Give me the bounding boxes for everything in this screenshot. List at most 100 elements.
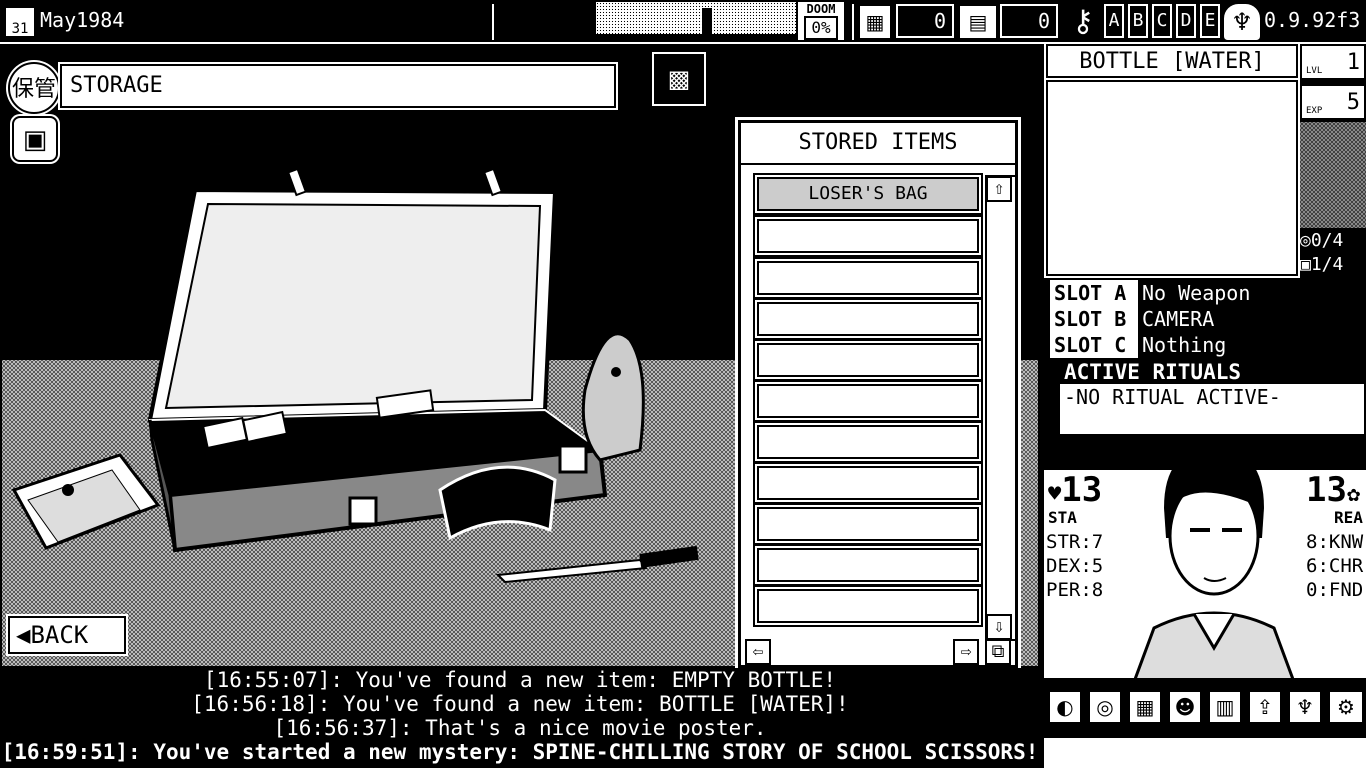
log-line: [16:55:07]: You've found a new item: EMP…	[203, 668, 837, 692]
briefcase-illustration	[11, 167, 699, 584]
spiral-count: 0/4	[1310, 230, 1344, 251]
selected-item-title: BOTTLE [WATER]	[1046, 44, 1298, 78]
exp-box: EXP 5	[1300, 84, 1366, 120]
doom-meter: DOOM 0%	[798, 2, 844, 40]
stamp-icon: ▩	[667, 65, 691, 93]
stored-item-slot[interactable]	[757, 466, 979, 500]
stored-item-slot[interactable]	[757, 384, 979, 418]
stamina-value: ♥13	[1048, 470, 1102, 510]
current-date: May1984	[40, 8, 125, 32]
mystery-icon[interactable]: ◐	[1048, 690, 1082, 724]
stored-items-header: STORED ITEMS	[741, 123, 1015, 165]
stat-chr: 6:CHR	[1306, 555, 1364, 577]
cassette-counter: 0	[1000, 4, 1058, 38]
scroll-left-arrow-icon[interactable]: ⇦	[745, 639, 771, 665]
stamina-number: 13	[1061, 470, 1103, 510]
log-line: [16:59:51]: You've started a new mystery…	[1, 740, 1039, 764]
reason-value: 13✿	[1306, 470, 1360, 510]
rituals-value: -NO RITUAL ACTIVE-	[1064, 385, 1281, 409]
stored-item-slot[interactable]	[757, 219, 979, 253]
back-button[interactable]: ◀BACK	[8, 616, 126, 654]
scroll-down-arrow-icon[interactable]: ⇩	[986, 614, 1012, 640]
funds-counter: 0	[896, 4, 954, 38]
social-icon[interactable]: ☻	[1168, 690, 1202, 724]
slot-c-row[interactable]: SLOT C Nothing	[1050, 332, 1366, 358]
key-slot-e[interactable]: E	[1200, 4, 1220, 38]
item-preview-thumb	[1300, 122, 1366, 228]
character-panel: ♥13 STA 13✿ REA STR:7 DEX:5 PER:8 8:KNW …	[1044, 440, 1366, 678]
settings-icon[interactable]: ⚙	[1328, 690, 1364, 724]
bag-counter: ▣1/4	[1300, 254, 1366, 278]
stat-knw: 8:KNW	[1306, 531, 1364, 553]
heart-icon: ♥	[1048, 482, 1062, 507]
location-badge: 保管	[8, 62, 60, 114]
level-value: 1	[1346, 50, 1360, 75]
log-line: [16:56:37]: That's a nice movie poster.	[273, 716, 767, 740]
bag-count: 1/4	[1310, 254, 1344, 275]
location-title: STORAGE	[60, 64, 616, 108]
monster-icon[interactable]: ♆	[1288, 690, 1322, 724]
slot-b-label: SLOT B	[1050, 306, 1138, 332]
slot-c-label: SLOT C	[1050, 332, 1138, 358]
rituals-header: ACTIVE RITUALS	[1060, 360, 1364, 384]
version-label: 0.9.92f3	[1264, 8, 1361, 32]
octopus-icon: ♆	[1224, 4, 1260, 40]
status-strip	[1044, 738, 1366, 768]
stored-item-slot[interactable]	[757, 343, 979, 377]
bag-icon: ▣	[1300, 254, 1311, 275]
briefcase-icon: ▣	[22, 125, 48, 155]
calendar-icon: 31	[6, 8, 34, 37]
stored-item-slot[interactable]	[757, 425, 979, 459]
slot-c-value: Nothing	[1142, 333, 1227, 357]
key-slot-b[interactable]: B	[1128, 4, 1148, 38]
slot-a-row[interactable]: SLOT A No Weapon	[1050, 280, 1366, 306]
spiral-counter: ◎0/4	[1300, 230, 1366, 254]
map-icon[interactable]: ▥	[1208, 690, 1242, 724]
exp-value: 5	[1346, 90, 1360, 115]
stat-str: STR:7	[1046, 531, 1104, 553]
key-slot-d[interactable]: D	[1176, 4, 1196, 38]
scroll-up-arrow-icon[interactable]: ⇧	[986, 176, 1012, 202]
stat-dex: DEX:5	[1046, 555, 1104, 577]
stored-item-slot[interactable]	[757, 589, 979, 623]
stored-item-slot[interactable]	[757, 302, 979, 336]
level-box: LVL 1	[1300, 44, 1366, 80]
slot-a-value: No Weapon	[1142, 281, 1251, 305]
stats-left: STR:7 DEX:5 PER:8	[1046, 530, 1103, 602]
key-icon: ⚷	[1072, 4, 1094, 39]
character-portrait	[1134, 448, 1294, 678]
stamina-label: STA	[1048, 508, 1077, 527]
log-line: [16:56:18]: You've found a new item: BOT…	[191, 692, 849, 716]
stored-item-slot[interactable]	[757, 261, 979, 295]
stored-item-slot[interactable]	[757, 548, 979, 582]
top-bar: 31 May1984 DOOM 0% ▦ 0 ▤ 0 ⚷ A B C D E ♆…	[0, 0, 1366, 44]
slot-b-row[interactable]: SLOT B CAMERA	[1050, 306, 1366, 332]
reason-number: 13	[1306, 470, 1347, 510]
case-icon[interactable]: ▣	[12, 116, 58, 162]
ground-line	[596, 34, 796, 40]
key-slot-c[interactable]: C	[1152, 4, 1172, 38]
weapon-slots: SLOT A No Weapon SLOT B CAMERA SLOT C Nothi…	[1050, 280, 1366, 360]
level-up-icon[interactable]: ⇪	[1248, 690, 1282, 724]
doom-value: 0%	[804, 16, 838, 40]
doom-landscape	[596, 2, 796, 40]
brain-icon: ✿	[1346, 482, 1361, 507]
key-slot-a[interactable]: A	[1104, 4, 1124, 38]
spiral-icon: ◎	[1300, 230, 1311, 251]
investigate-stamp[interactable]: ▩	[652, 52, 706, 106]
scroll-right-arrow-icon[interactable]: ⇨	[953, 639, 979, 665]
slot-a-label: SLOT A	[1050, 280, 1138, 306]
rituals-box: ACTIVE RITUALS -NO RITUAL ACTIVE-	[1058, 358, 1366, 436]
stored-items-scrollbar[interactable]: ⇧ ⇩	[985, 175, 1017, 641]
stat-fnd: 0:FND	[1306, 579, 1364, 601]
funds-icon: ▦	[860, 6, 890, 38]
journal-icon[interactable]: ▦	[1128, 690, 1162, 724]
page-icon[interactable]: ⧉	[985, 639, 1011, 665]
stored-item-slot[interactable]	[757, 507, 979, 541]
stored-item-slot[interactable]: LOSER'S BAG	[757, 177, 979, 211]
slot-b-value: CAMERA	[1142, 307, 1215, 331]
message-log: [16:55:07]: You've found a new item: EMP…	[0, 668, 1040, 768]
calendar-day: 31	[11, 21, 29, 37]
stat-per: PER:8	[1046, 579, 1104, 601]
spiral-icon[interactable]: ◎	[1088, 690, 1122, 724]
